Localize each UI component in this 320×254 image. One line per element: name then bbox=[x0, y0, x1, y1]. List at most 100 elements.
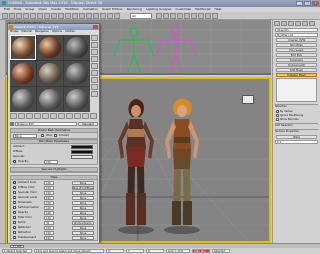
menu-options[interactable]: Options bbox=[52, 30, 62, 34]
utilities-tab-icon[interactable] bbox=[309, 21, 315, 26]
align-icon[interactable] bbox=[163, 13, 169, 19]
map-amount-field[interactable]: 100 bbox=[44, 235, 54, 240]
map-amount-field[interactable]: 30 bbox=[44, 220, 54, 225]
uv-tiling-icon[interactable] bbox=[91, 56, 98, 62]
sample-slot[interactable] bbox=[64, 61, 90, 86]
material-id-icon[interactable] bbox=[66, 113, 73, 119]
map-slot-button[interactable]: Normal Bump bbox=[72, 220, 94, 225]
modifier-button-2[interactable]: Skin Wrap bbox=[276, 43, 317, 47]
move-icon[interactable] bbox=[65, 13, 71, 19]
material-editor-icon[interactable] bbox=[191, 13, 197, 19]
sample-slot[interactable] bbox=[10, 35, 36, 60]
minimize-button[interactable]: _ bbox=[296, 1, 303, 6]
show-normals-checkbox[interactable]: Show Normals bbox=[276, 118, 317, 121]
by-vertex-checkbox[interactable]: By Vertex bbox=[276, 110, 317, 113]
options-icon[interactable] bbox=[91, 77, 98, 83]
map-amount-field[interactable]: 100 bbox=[44, 225, 54, 230]
map-enable-checkbox[interactable] bbox=[13, 181, 16, 184]
unlink-icon[interactable] bbox=[23, 13, 29, 19]
modify-tab-icon[interactable] bbox=[281, 21, 287, 26]
ambient-color-swatch[interactable] bbox=[71, 144, 93, 149]
menu-navigation[interactable]: Navigation bbox=[35, 30, 49, 34]
map-enable-checkbox[interactable] bbox=[13, 221, 16, 224]
modifier-stack-list[interactable] bbox=[276, 78, 317, 102]
modifier-button-1[interactable]: Unwrap UVW bbox=[276, 38, 317, 42]
hierarchy-tab-icon[interactable] bbox=[288, 21, 294, 26]
link-icon[interactable] bbox=[16, 13, 22, 19]
reset-map-icon[interactable] bbox=[34, 113, 41, 119]
map-slot-button[interactable]: None bbox=[72, 230, 94, 235]
make-unique-icon[interactable] bbox=[50, 113, 57, 119]
layer-manager-icon[interactable] bbox=[170, 13, 176, 19]
auto-key-button[interactable]: Auto Key bbox=[192, 249, 210, 253]
show-end-result-icon[interactable] bbox=[82, 113, 89, 119]
angle-snap-icon[interactable] bbox=[107, 13, 113, 19]
selection-set-dropdown[interactable]: All bbox=[130, 13, 152, 19]
sample-type-icon[interactable] bbox=[91, 35, 98, 41]
opacity-field[interactable]: 100 bbox=[44, 159, 58, 164]
specular-highlights-header[interactable]: Specular Highlights bbox=[11, 168, 97, 172]
map-enable-checkbox[interactable] bbox=[13, 216, 16, 219]
map-slot-button[interactable]: None bbox=[72, 210, 94, 215]
modifier-button-4[interactable]: Edit Poly bbox=[276, 53, 317, 57]
y-coordinate[interactable]: Y: bbox=[126, 249, 144, 253]
select-by-name-icon[interactable] bbox=[44, 13, 50, 19]
shader-dropdown[interactable]: Blinn bbox=[13, 133, 37, 138]
map-slot-button[interactable]: None bbox=[72, 235, 94, 240]
map-amount-field[interactable]: 100 bbox=[44, 205, 54, 210]
mirror-icon[interactable] bbox=[156, 13, 162, 19]
ref-coord-icon[interactable] bbox=[86, 13, 92, 19]
material-type-button[interactable]: Standard bbox=[78, 121, 98, 126]
map-enable-checkbox[interactable] bbox=[13, 206, 16, 209]
go-to-parent-icon[interactable] bbox=[90, 113, 97, 119]
map-enable-checkbox[interactable] bbox=[13, 196, 16, 199]
maximize-button[interactable]: □ bbox=[304, 1, 311, 6]
window-crossing-icon[interactable] bbox=[58, 13, 64, 19]
map-amount-field[interactable]: 100 bbox=[44, 190, 54, 195]
bind-space-warp-icon[interactable] bbox=[30, 13, 36, 19]
sample-slot[interactable] bbox=[64, 87, 90, 112]
map-slot-button[interactable]: None bbox=[72, 180, 94, 185]
diffuse-color-swatch[interactable] bbox=[71, 149, 93, 154]
menu-utilities[interactable]: Utilities bbox=[65, 30, 75, 34]
eyedropper-icon[interactable] bbox=[10, 121, 14, 126]
map-enable-checkbox[interactable] bbox=[13, 186, 16, 189]
material-editor-close-button[interactable] bbox=[93, 25, 98, 29]
self-illum-checkbox[interactable] bbox=[13, 160, 16, 163]
make-copy-icon[interactable] bbox=[42, 113, 49, 119]
map-amount-field[interactable]: 100 bbox=[44, 215, 54, 220]
modifier-button-5[interactable]: Symmetry bbox=[276, 58, 317, 62]
surface-properties-rollout-header[interactable]: Surface Properties bbox=[275, 129, 318, 133]
menu-material[interactable]: Material bbox=[21, 30, 32, 34]
map-amount-field[interactable]: 100 bbox=[44, 200, 54, 205]
map-amount-field[interactable]: 100 bbox=[44, 185, 54, 190]
weld-button[interactable]: Weld bbox=[276, 135, 317, 139]
modifier-button-6[interactable]: Turbosmooth bbox=[276, 63, 317, 67]
sample-slot[interactable] bbox=[10, 61, 36, 86]
get-material-icon[interactable] bbox=[10, 113, 17, 119]
modifier-stack-selected[interactable]: Editable Mesh bbox=[276, 73, 317, 77]
rotate-icon[interactable] bbox=[72, 13, 78, 19]
schematic-view-icon[interactable] bbox=[184, 13, 190, 19]
background-icon[interactable] bbox=[91, 49, 98, 55]
map-enable-checkbox[interactable] bbox=[13, 211, 16, 214]
pivot-icon[interactable] bbox=[93, 13, 99, 19]
sample-slot[interactable] bbox=[37, 87, 63, 112]
map-amount-field[interactable]: 100 bbox=[44, 230, 54, 235]
backlight-icon[interactable] bbox=[91, 42, 98, 48]
weld-threshold-field[interactable]: 0.1 bbox=[275, 140, 318, 144]
redo-icon[interactable] bbox=[9, 13, 15, 19]
key-filter-dropdown[interactable]: Selected bbox=[212, 249, 230, 253]
z-coordinate[interactable]: Z: bbox=[146, 249, 164, 253]
map-enable-checkbox[interactable] bbox=[13, 201, 16, 204]
map-amount-field[interactable]: 100 bbox=[44, 180, 54, 185]
select-object-icon[interactable] bbox=[37, 13, 43, 19]
modifier-button-3[interactable]: Poly Select bbox=[276, 48, 317, 52]
ignore-backfacing-checkbox[interactable]: Ignore Backfacing bbox=[276, 114, 317, 117]
viewcube-icon[interactable] bbox=[242, 95, 254, 104]
two-sided-checkbox[interactable] bbox=[53, 134, 57, 137]
map-enable-checkbox[interactable] bbox=[13, 226, 16, 229]
percent-snap-icon[interactable] bbox=[114, 13, 120, 19]
map-enable-checkbox[interactable] bbox=[13, 236, 16, 239]
map-amount-field[interactable]: 100 bbox=[44, 195, 54, 200]
